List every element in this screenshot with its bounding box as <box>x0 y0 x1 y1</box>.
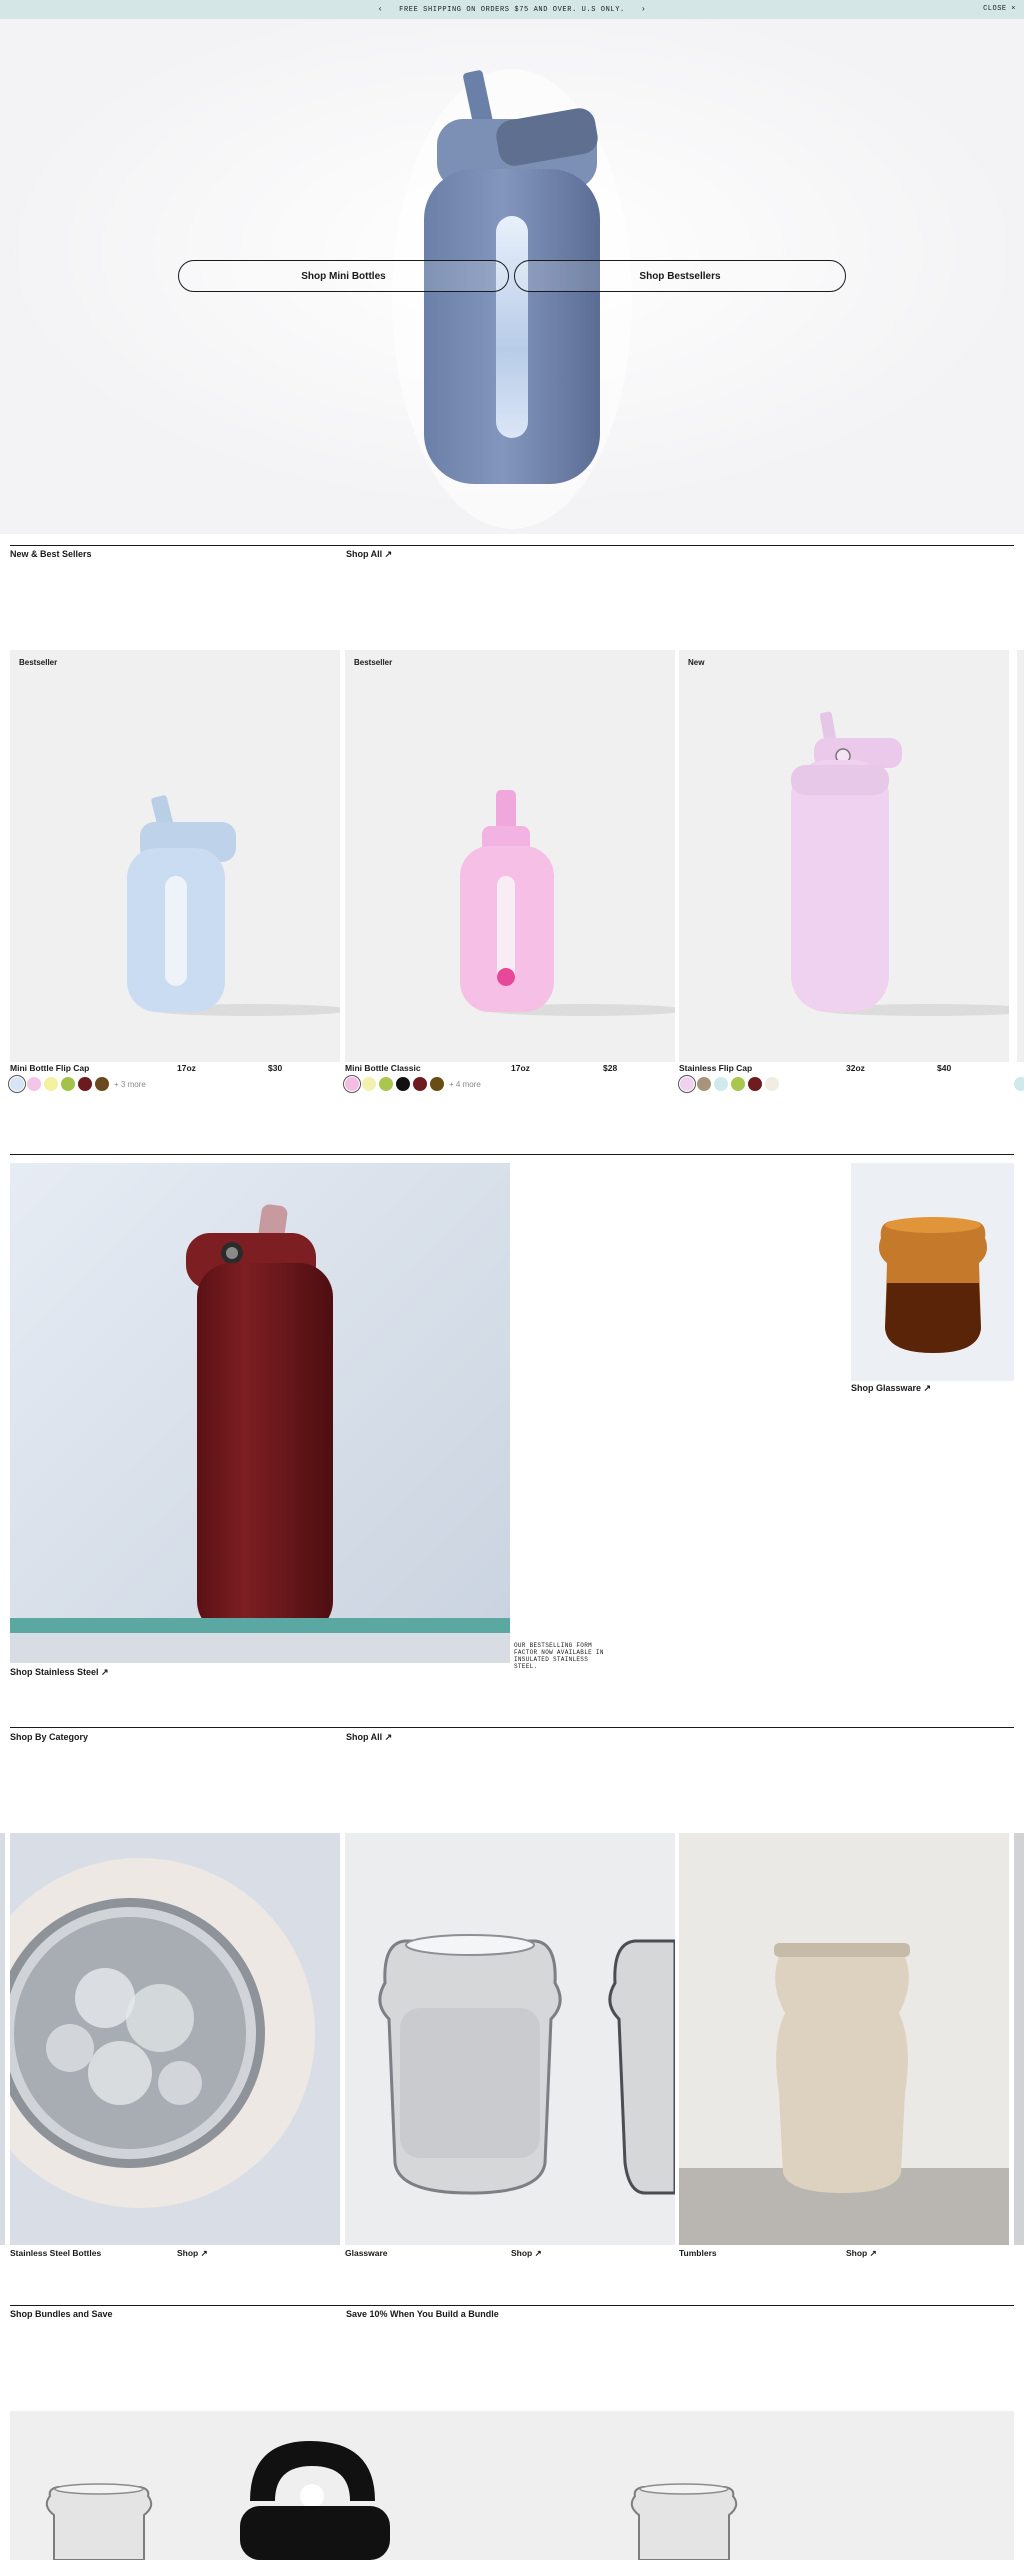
color-swatch[interactable] <box>413 1077 427 1091</box>
category-label[interactable]: Stainless Steel Bottles <box>10 2248 101 2258</box>
shop-bundles-title: Shop Bundles and Save <box>10 2309 113 2319</box>
category-shop-all-link[interactable]: Shop All ↗ <box>346 1732 392 1743</box>
color-swatch[interactable] <box>95 1077 109 1091</box>
category-shop-link[interactable]: Shop ↗ <box>511 2248 542 2259</box>
product-price: $30 <box>268 1063 283 1073</box>
next-product-card-edge[interactable] <box>1017 650 1024 1062</box>
category-label[interactable]: Glassware <box>345 2248 388 2258</box>
mini-bottle-classic-image <box>460 790 675 1016</box>
shop-bestsellers-button[interactable]: Shop Bestsellers <box>514 260 846 292</box>
color-swatch[interactable] <box>1014 1077 1024 1091</box>
announcement-text: FREE SHIPPING ON ORDERS $75 AND OVER. U.… <box>399 5 625 14</box>
color-swatch[interactable] <box>61 1077 75 1091</box>
glassware-feature-image[interactable] <box>851 1163 1014 1381</box>
color-swatch[interactable] <box>714 1077 728 1091</box>
bundle-savings-subtitle: Save 10% When You Build a Bundle <box>346 2309 499 2319</box>
bundles-hero-image[interactable] <box>10 2411 1014 2560</box>
announcement-close-button[interactable]: CLOSE × <box>983 5 1016 13</box>
color-swatch[interactable] <box>697 1077 711 1091</box>
product-card-image[interactable]: New <box>679 650 1009 1062</box>
color-swatches: + 3 more <box>10 1077 146 1091</box>
section-divider <box>10 545 1014 546</box>
product-card-image[interactable]: Bestseller <box>10 650 340 1062</box>
product-badge: Bestseller <box>354 658 393 667</box>
section-divider <box>10 2305 1014 2306</box>
product-card-image[interactable]: Bestseller <box>345 650 675 1062</box>
color-swatch[interactable] <box>765 1077 779 1091</box>
category-card-image[interactable] <box>10 1833 340 2245</box>
section-divider <box>10 1154 1014 1155</box>
glassware-image <box>345 1833 675 2245</box>
category-card-image[interactable] <box>345 1833 675 2245</box>
color-swatch[interactable] <box>44 1077 58 1091</box>
announcement-bar: ‹ FREE SHIPPING ON ORDERS $75 AND OVER. … <box>0 0 1024 19</box>
hero-banner[interactable]: Shop Mini Bottles Shop Bestsellers <box>0 19 1024 534</box>
color-swatch[interactable] <box>10 1077 24 1091</box>
stainless-flip-cap-image <box>791 711 1009 1016</box>
shop-stainless-steel-link[interactable]: Shop Stainless Steel ↗ <box>10 1667 109 1678</box>
color-swatch[interactable] <box>396 1077 410 1091</box>
announcement-next-arrow[interactable]: › <box>641 5 646 14</box>
color-swatch[interactable] <box>680 1077 694 1091</box>
category-card-image[interactable] <box>679 1833 1009 2245</box>
hero-bottle-image <box>0 19 1024 534</box>
mini-bottle-flip-cap-image <box>127 795 340 1016</box>
more-colors-link[interactable]: + 3 more <box>114 1080 146 1089</box>
product-name[interactable]: Mini Bottle Flip Cap <box>10 1063 89 1073</box>
color-swatch[interactable] <box>731 1077 745 1091</box>
stainless-bottle-feature-image[interactable] <box>10 1163 510 1663</box>
color-swatch[interactable] <box>345 1077 359 1091</box>
color-swatch[interactable] <box>748 1077 762 1091</box>
product-size: 17oz <box>177 1063 196 1073</box>
category-shop-link[interactable]: Shop ↗ <box>177 2248 208 2259</box>
color-swatches: + 4 more <box>345 1077 481 1091</box>
prev-category-card-edge[interactable] <box>0 1833 5 2245</box>
category-shop-link[interactable]: Shop ↗ <box>846 2248 877 2259</box>
next-category-card-edge[interactable] <box>1014 1833 1024 2245</box>
product-price: $40 <box>937 1063 952 1073</box>
announcement-prev-arrow[interactable]: ‹ <box>378 5 383 14</box>
category-label[interactable]: Tumblers <box>679 2248 717 2258</box>
color-swatches <box>680 1077 779 1091</box>
shop-mini-bottles-button[interactable]: Shop Mini Bottles <box>178 260 509 292</box>
product-size: 32oz <box>846 1063 865 1073</box>
product-size: 17oz <box>511 1063 530 1073</box>
color-swatch[interactable] <box>379 1077 393 1091</box>
product-price: $28 <box>603 1063 618 1073</box>
tumblers-image <box>679 1833 1009 2245</box>
product-badge: New <box>688 658 705 667</box>
section-divider <box>10 1727 1014 1728</box>
shop-glassware-link[interactable]: Shop Glassware ↗ <box>851 1383 931 1394</box>
color-swatch[interactable] <box>78 1077 92 1091</box>
shop-by-category-title: Shop By Category <box>10 1732 89 1742</box>
product-name[interactable]: Mini Bottle Classic <box>345 1063 421 1073</box>
stainless-steel-bottles-image <box>10 1833 340 2245</box>
shop-all-link[interactable]: Shop All ↗ <box>346 549 392 560</box>
more-colors-link[interactable]: + 4 more <box>449 1080 481 1089</box>
new-best-sellers-title: New & Best Sellers <box>10 549 92 559</box>
color-swatch[interactable] <box>430 1077 444 1091</box>
product-badge: Bestseller <box>19 658 58 667</box>
feature-caption: OUR BESTSELLING FORM FACTOR NOW AVAILABL… <box>514 1642 604 1670</box>
product-name[interactable]: Stainless Flip Cap <box>679 1063 752 1073</box>
color-swatch[interactable] <box>27 1077 41 1091</box>
color-swatch[interactable] <box>362 1077 376 1091</box>
